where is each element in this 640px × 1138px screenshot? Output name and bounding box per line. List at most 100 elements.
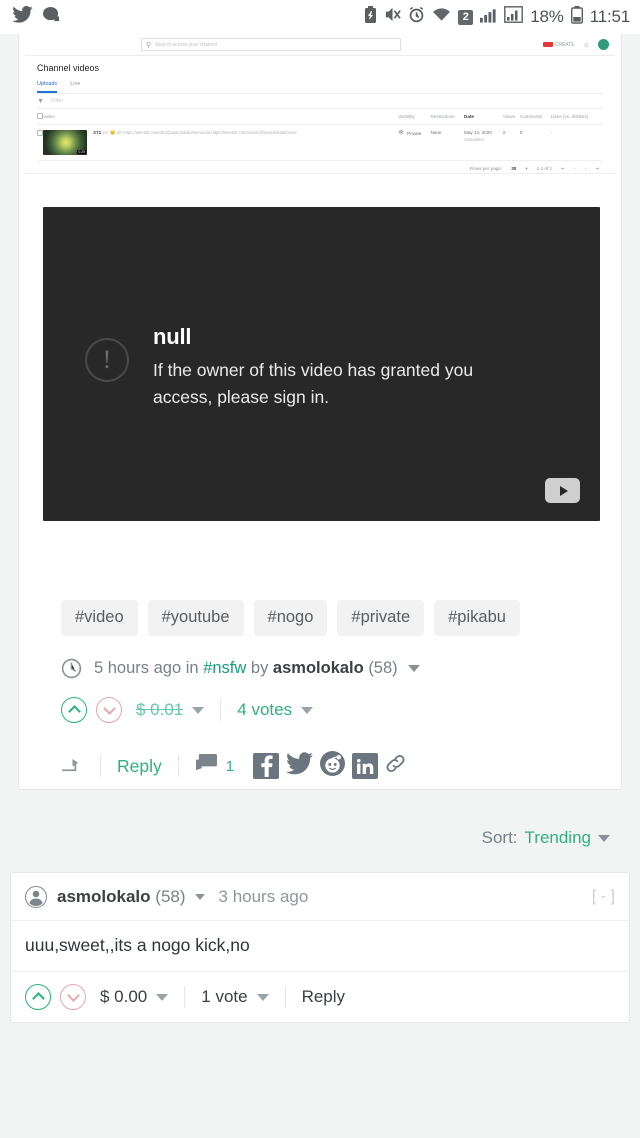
post-votes-count[interactable]: 4 votes [237, 700, 292, 720]
reddit-icon[interactable] [320, 751, 346, 781]
video-thumbnail[interactable]: 0:29 [43, 130, 87, 155]
column-visibility[interactable]: Visibility [398, 108, 431, 125]
embedded-screenshot-youtube-studio[interactable]: ⚲ Search across your channel CREATE ☼ Ch… [25, 34, 615, 174]
create-icon [542, 42, 553, 47]
comment-upvote-button[interactable] [25, 984, 51, 1010]
divider [220, 699, 222, 721]
page-range: 1-1 of 1 [536, 166, 553, 171]
avatar[interactable] [598, 39, 609, 50]
comment-payout[interactable]: $ 0.00 [100, 987, 147, 1007]
sort-chevron-down-icon[interactable] [598, 834, 610, 842]
restrictions-value: None [430, 130, 442, 135]
comment-votes-chevron-down-icon[interactable] [256, 993, 269, 1001]
views-value: 2 [502, 130, 506, 135]
rows-per-page-value[interactable]: 30 [511, 166, 516, 171]
link-icon[interactable] [385, 753, 406, 779]
upvote-button[interactable] [61, 697, 87, 723]
prev-page-icon[interactable]: ‹ [574, 166, 576, 171]
twitter-icon [12, 5, 33, 28]
tab-live[interactable]: Live [70, 81, 80, 93]
post-meta: 5 hours ago in #nsfw by asmolokalo (58) [19, 636, 621, 679]
comment-author-chevron-down-icon[interactable] [194, 894, 205, 900]
video-cell[interactable]: 0:29 271 ест 🙂 al7 https://steemit.com/d… [43, 125, 398, 161]
next-page-icon[interactable]: › [585, 166, 587, 171]
comment-time: 3 hours ago [218, 887, 309, 906]
comment-payout-chevron-down-icon[interactable] [156, 993, 169, 1001]
divider [184, 986, 186, 1008]
post-tags: #video #youtube #nogo #private #pikabu [19, 521, 621, 636]
tag-youtube[interactable]: #youtube [147, 600, 244, 636]
tab-uploads[interactable]: Uploads [37, 81, 58, 93]
comment-votes-count[interactable]: 1 vote [201, 987, 247, 1007]
comment-author-link[interactable]: asmolokalo [57, 887, 151, 907]
videos-table: Video Visibility Restrictions Date Views… [37, 108, 603, 160]
downvote-button[interactable] [96, 697, 122, 723]
table-row: 0:29 271 ест 🙂 al7 https://steemit.com/d… [37, 125, 603, 161]
app-icon [42, 6, 61, 28]
divider [284, 986, 286, 1008]
post-reply-button[interactable]: Reply [117, 756, 162, 777]
post-by-label: by [250, 659, 269, 677]
post-time: 5 hours ago [94, 659, 182, 677]
youtube-studio-search-input[interactable]: ⚲ Search across your channel [141, 38, 401, 51]
filter-bar[interactable]: ▼ Filter [37, 93, 603, 108]
battery-saver-icon [364, 5, 377, 29]
post-payout[interactable]: $ 0.01 [136, 700, 183, 720]
channel-videos-title: Channel videos [37, 63, 100, 73]
post-category-link[interactable]: #nsfw [203, 659, 246, 678]
avatar[interactable] [25, 886, 47, 908]
tag-pikabu[interactable]: #pikabu [434, 600, 520, 636]
comment-card: asmolokalo (58) 3 hours ago [ - ] uuu,sw… [10, 872, 630, 1023]
date-sub: Uploaded [464, 137, 484, 142]
video-duration: 0:29 [77, 150, 86, 154]
search-placeholder: Search across your channel [155, 41, 218, 48]
facebook-icon[interactable] [253, 753, 280, 779]
comments-value: 0 [519, 130, 523, 135]
youtube-logo-icon[interactable] [545, 478, 580, 503]
payout-chevron-down-icon[interactable] [192, 706, 205, 714]
divider [100, 755, 101, 777]
post-in-label: in [185, 659, 199, 677]
player-error-title: null [153, 324, 192, 349]
visibility-cell: 👁 Private [398, 125, 430, 161]
date-cell: May 14, 2020 Uploaded [464, 125, 503, 161]
tag-video[interactable]: #video [61, 600, 138, 636]
votes-chevron-down-icon[interactable] [301, 706, 314, 714]
post-comment-count[interactable]: 1 [226, 758, 234, 775]
rows-per-page-chevron-down-icon[interactable]: ▾ [525, 166, 527, 172]
post-action-row: Reply 1 [19, 723, 621, 781]
clock-time: 11:51 [589, 7, 630, 26]
comment-icon[interactable] [195, 753, 218, 779]
sort-value[interactable]: Trending [525, 828, 591, 848]
post-author-reputation: (58) [368, 659, 398, 677]
column-restrictions[interactable]: Restrictions [430, 108, 464, 125]
post-author-link[interactable]: asmolokalo [273, 659, 364, 678]
table-pagination: Rows per page: 30 ▾ 1-1 of 1 ⇤ ‹ › ⇥ [37, 160, 603, 173]
column-comments[interactable]: Comments [519, 108, 551, 125]
warning-icon: ! [85, 338, 129, 382]
comment-author-reputation: (58) [155, 887, 186, 906]
comment-reply-button[interactable]: Reply [302, 987, 345, 1007]
search-icon: ⚲ [146, 41, 152, 49]
comment-downvote-button[interactable] [60, 984, 86, 1010]
author-chevron-down-icon[interactable] [407, 665, 420, 672]
comment-collapse-toggle[interactable]: [ - ] [592, 888, 615, 906]
comment-header: asmolokalo (58) 3 hours ago [ - ] [11, 873, 629, 921]
twitter-icon[interactable] [286, 752, 314, 780]
column-likes[interactable]: Likes (vs. dislikes) [550, 108, 603, 125]
tag-private[interactable]: #private [337, 600, 425, 636]
signal-bars-icon [480, 7, 497, 28]
last-page-icon[interactable]: ⇥ [595, 166, 599, 172]
column-video[interactable]: Video [43, 108, 399, 125]
resteem-icon[interactable] [61, 758, 84, 775]
tag-nogo[interactable]: #nogo [253, 600, 328, 636]
column-date[interactable]: Date [464, 108, 503, 125]
player-error-body: If the owner of this video has granted y… [153, 360, 474, 408]
youtube-embed-player[interactable]: ! null If the owner of this video has gr… [43, 207, 600, 521]
create-button[interactable]: CREATE [542, 42, 575, 48]
status-bar: 2 18% 11:51 [0, 0, 640, 34]
linkedin-icon[interactable] [352, 753, 379, 779]
notifications-icon[interactable]: ☼ [583, 40, 590, 49]
column-views[interactable]: Views [502, 108, 520, 125]
first-page-icon[interactable]: ⇤ [561, 166, 565, 172]
